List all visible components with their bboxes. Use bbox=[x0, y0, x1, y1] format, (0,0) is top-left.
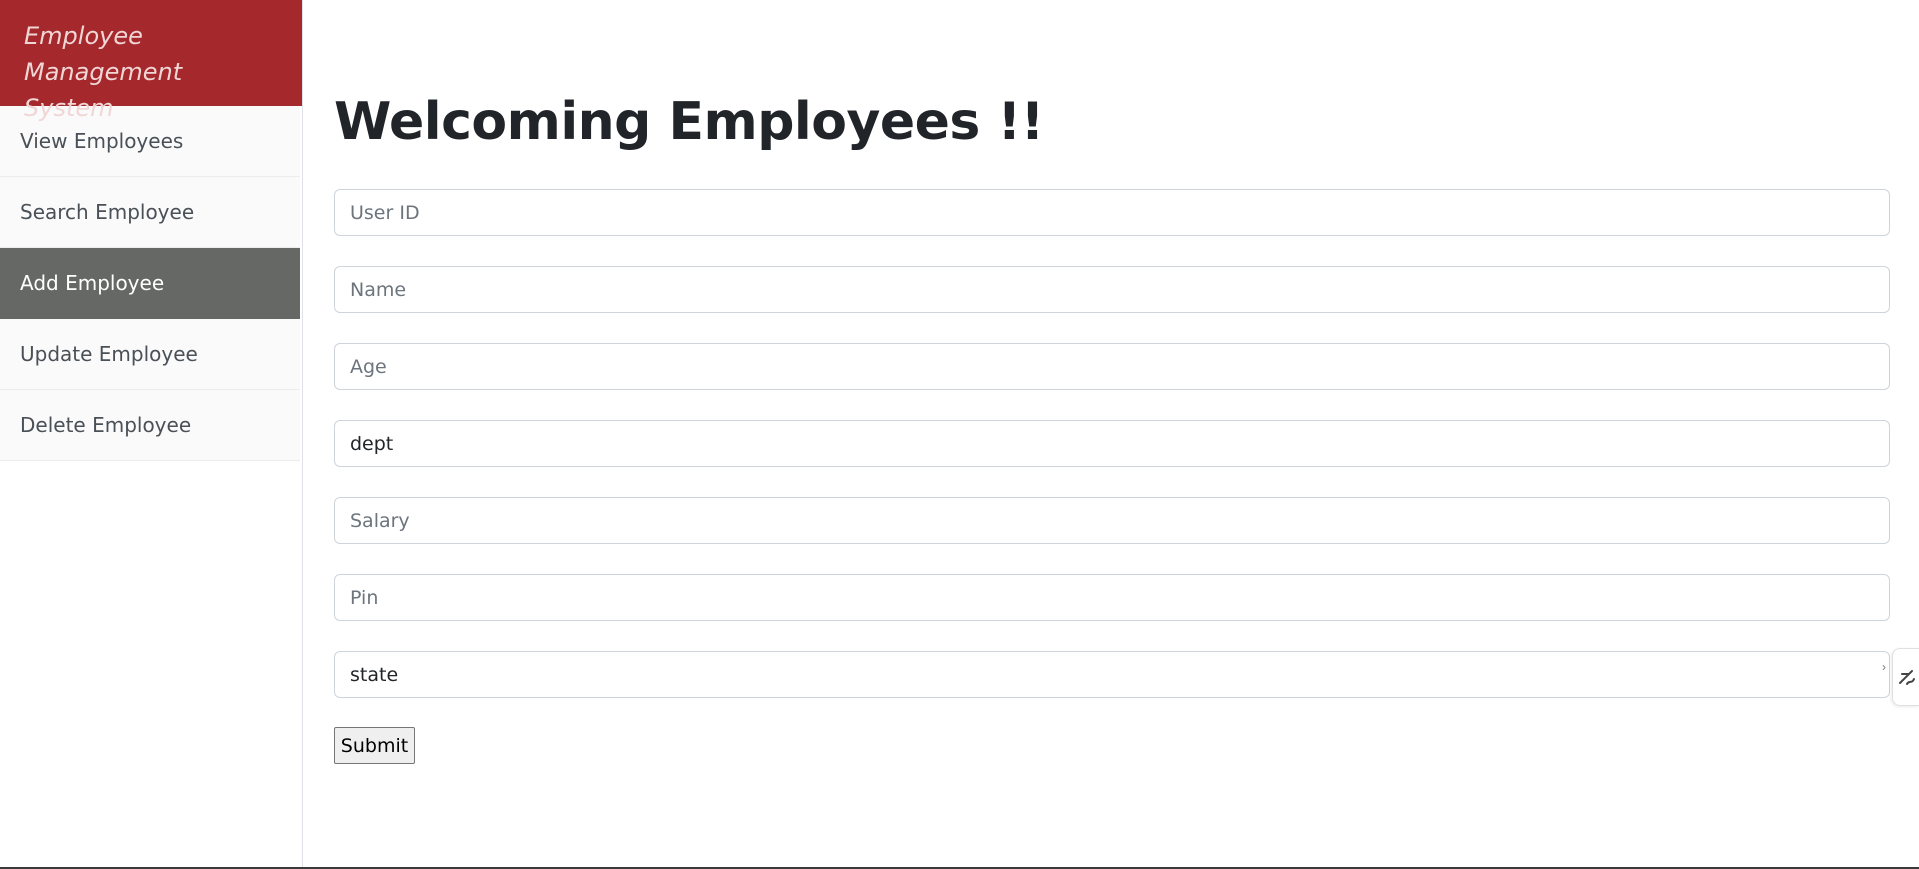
app-window: Employee Management System View Employee… bbox=[0, 0, 1919, 869]
sidebar-item-view-employees[interactable]: View Employees bbox=[0, 106, 300, 177]
sidebar-item-add-employee[interactable]: Add Employee bbox=[0, 248, 300, 319]
salary-input[interactable] bbox=[334, 497, 1890, 544]
page-title: Welcoming Employees !! bbox=[334, 92, 1044, 152]
age-input[interactable] bbox=[334, 343, 1890, 390]
dept-input[interactable] bbox=[334, 420, 1890, 467]
submit-button[interactable]: Submit bbox=[334, 727, 415, 764]
sidebar-nav: View Employees Search Employee Add Emplo… bbox=[0, 106, 300, 461]
pin-input[interactable] bbox=[334, 574, 1890, 621]
user-id-input[interactable] bbox=[334, 189, 1890, 236]
edge-widget[interactable] bbox=[1892, 648, 1919, 706]
name-input[interactable] bbox=[334, 266, 1890, 313]
brand-title: Employee Management System bbox=[0, 0, 302, 122]
sidebar: Employee Management System View Employee… bbox=[0, 0, 303, 869]
state-input[interactable] bbox=[334, 651, 1890, 698]
sidebar-item-delete-employee[interactable]: Delete Employee bbox=[0, 390, 300, 461]
pen-icon bbox=[1899, 670, 1915, 685]
sidebar-item-update-employee[interactable]: Update Employee bbox=[0, 319, 300, 390]
sidebar-item-search-employee[interactable]: Search Employee bbox=[0, 177, 300, 248]
chevron-right-icon[interactable]: › bbox=[1880, 656, 1888, 678]
